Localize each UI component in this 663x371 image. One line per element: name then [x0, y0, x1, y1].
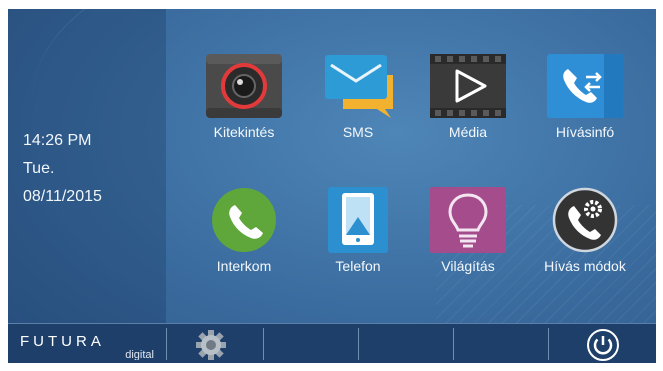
play-icon: [429, 53, 507, 119]
bottom-bar: FUTURA digital: [8, 323, 656, 363]
divider: [453, 328, 454, 360]
app-label: Hívásinfó: [555, 124, 615, 140]
clock-day: Tue.: [23, 160, 55, 177]
divider: [548, 328, 549, 360]
divider: [263, 328, 264, 360]
lightbulb-icon: [429, 187, 507, 253]
main-screen: 14:26 PM Tue. 08/11/2015 Kitekintés SMS …: [8, 9, 656, 363]
app-label: Interkom: [216, 258, 272, 274]
app-media[interactable]: Média: [418, 53, 518, 141]
app-vilagitas[interactable]: Világítás: [418, 187, 518, 275]
app-sms[interactable]: SMS: [308, 53, 408, 141]
clock-date: 08/11/2015: [23, 188, 102, 205]
app-label: SMS: [342, 124, 374, 140]
divider: [166, 328, 167, 360]
app-label: Hívás módok: [544, 258, 626, 274]
brand-sub: digital: [125, 349, 154, 360]
app-label: Telefon: [335, 258, 381, 274]
app-label: Kitekintés: [213, 124, 275, 140]
clock-panel: 14:26 PM Tue. 08/11/2015: [8, 9, 166, 323]
app-telefon[interactable]: Telefon: [308, 187, 408, 275]
brand-name: FUTURA: [20, 333, 105, 350]
futura-logo: FUTURA digital: [18, 332, 158, 361]
tablet-icon: [319, 187, 397, 253]
power-icon[interactable]: [586, 328, 620, 362]
clock-time: 14:26 PM: [23, 132, 92, 149]
divider: [358, 328, 359, 360]
phone-icon: [205, 187, 283, 253]
camera-icon: [205, 53, 283, 119]
app-hivas-modok[interactable]: Hívás módok: [535, 187, 635, 275]
app-interkom[interactable]: Interkom: [194, 187, 294, 275]
settings-gear-icon[interactable]: [193, 329, 229, 361]
call-settings-icon: [546, 187, 624, 253]
message-icon: [319, 53, 397, 119]
app-label: Média: [448, 124, 488, 140]
call-log-icon: [546, 53, 624, 119]
app-kitekintes[interactable]: Kitekintés: [194, 53, 294, 141]
app-label: Világítás: [441, 258, 495, 274]
app-hivasinfo[interactable]: Hívásinfó: [535, 53, 635, 141]
